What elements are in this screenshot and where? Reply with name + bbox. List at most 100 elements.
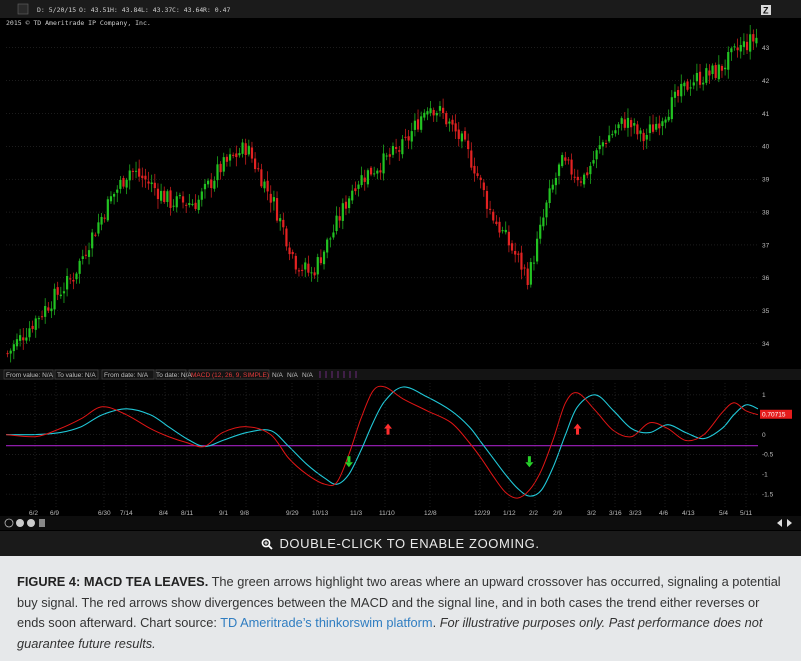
date-tick-label: 9/1 [219, 510, 228, 517]
candle-body [216, 164, 219, 181]
price-tick-label: 39 [762, 177, 770, 184]
candle-body [570, 159, 573, 175]
date-tick-label: 2/2 [529, 510, 538, 517]
candle-body [116, 189, 119, 193]
date-tick-label: 12/8 [424, 510, 437, 517]
price-candles [6, 24, 758, 363]
candle-body [310, 272, 313, 274]
candle-body [642, 132, 645, 142]
candle-body [470, 150, 473, 168]
candle-body [228, 154, 232, 161]
candle-body [91, 232, 94, 249]
candle-body [680, 83, 683, 97]
caption-source-link[interactable]: TD Ameritrade’s thinkorswim platform [220, 615, 432, 630]
candle-body [717, 64, 720, 80]
candle-body [81, 256, 84, 260]
header-high: H: 43.84 [110, 6, 141, 14]
candle-body [150, 182, 153, 185]
candle-body [53, 288, 56, 310]
candle-body [720, 65, 724, 71]
date-tick-label: 9/8 [240, 510, 249, 517]
candle-body [548, 188, 551, 204]
date-tick-label: 8/4 [159, 510, 168, 517]
date-tick-label: 11/10 [379, 510, 395, 517]
candle-body [369, 167, 373, 175]
candle-body [260, 169, 263, 187]
candle-body [432, 109, 435, 116]
candle-body [376, 170, 379, 174]
date-tick-label: 3/23 [629, 510, 642, 517]
candle-body [554, 178, 557, 186]
status-na-1: N/A [272, 372, 284, 379]
date-tick-label: 12/29 [474, 510, 491, 517]
candle-body [495, 221, 498, 225]
candle-body [56, 287, 59, 295]
candle-body [28, 328, 31, 338]
candle-body [106, 199, 109, 221]
date-tick-label: 6/9 [50, 510, 59, 517]
candle-body [131, 170, 134, 172]
price-tick-label: 34 [762, 341, 770, 348]
arrow-shaft [527, 456, 531, 463]
candle-body [420, 116, 423, 130]
zoom-icon[interactable]: Z [761, 5, 771, 16]
candle-body [31, 325, 34, 330]
candle-body [322, 251, 326, 265]
arrow-head [573, 423, 582, 429]
candle-body [510, 243, 514, 251]
header-date: D: 5/20/15 [37, 6, 76, 14]
candle-body [348, 198, 351, 209]
macd-tick-label: 1 [762, 392, 766, 399]
candle-body [119, 179, 122, 189]
candle-body [100, 216, 103, 225]
candle-body [451, 119, 454, 125]
candle-body [213, 180, 216, 189]
zoom-out-icon[interactable] [27, 519, 35, 527]
candle-body [698, 71, 702, 85]
crosshair-icon[interactable] [17, 3, 29, 15]
candle-body [269, 193, 272, 203]
candle-body [156, 188, 160, 200]
candle-body [476, 173, 479, 176]
candle-body [670, 97, 673, 120]
macd-axis: 10.50-0.5-1-1.50.70715 [760, 392, 792, 498]
candle-body [686, 81, 689, 90]
to-value: To value: N/A [57, 372, 96, 379]
candle-body [730, 48, 733, 53]
caption-after-link: . [432, 615, 440, 630]
candle-body [279, 218, 282, 222]
price-tick-label: 37 [762, 242, 770, 249]
candle-body [9, 350, 12, 354]
candle-body [84, 254, 87, 256]
date-tick-label: 1/12 [503, 510, 516, 517]
candle-body [329, 238, 332, 240]
chart-canvas[interactable]: D: 5/20/15 O: 43.51 H: 43.84 L: 43.37 C:… [0, 0, 801, 531]
panel-icon[interactable] [39, 519, 45, 527]
macd-study-label[interactable]: MACD (12, 26, 9, SIMPLE) [191, 372, 269, 379]
from-value: From value: N/A [6, 372, 54, 379]
candle-body [235, 153, 238, 158]
candle-body [357, 184, 360, 189]
date-tick-label: 4/13 [682, 510, 695, 517]
candle-body [222, 157, 225, 172]
zoom-in-icon[interactable] [16, 519, 24, 527]
price-tick-label: 38 [762, 209, 770, 216]
candle-body [172, 205, 175, 207]
zoom-hint-bar[interactable]: DOUBLE-CLICK TO ENABLE ZOOMING. [0, 531, 801, 556]
candle-body [532, 262, 536, 264]
candle-body [442, 107, 445, 114]
candle-body [655, 123, 658, 130]
candle-body [125, 179, 128, 188]
candle-body [338, 216, 341, 221]
candle-body [50, 308, 53, 312]
candle-body [711, 65, 714, 74]
macd-lines [5, 385, 759, 499]
candle-body [250, 147, 254, 159]
candle-body [398, 150, 401, 152]
date-tick-label: 7/14 [120, 510, 133, 517]
candle-body [460, 133, 463, 142]
candle-body [648, 124, 651, 134]
candle-body [326, 239, 329, 253]
candle-body [614, 130, 617, 134]
candle-body [178, 195, 181, 197]
